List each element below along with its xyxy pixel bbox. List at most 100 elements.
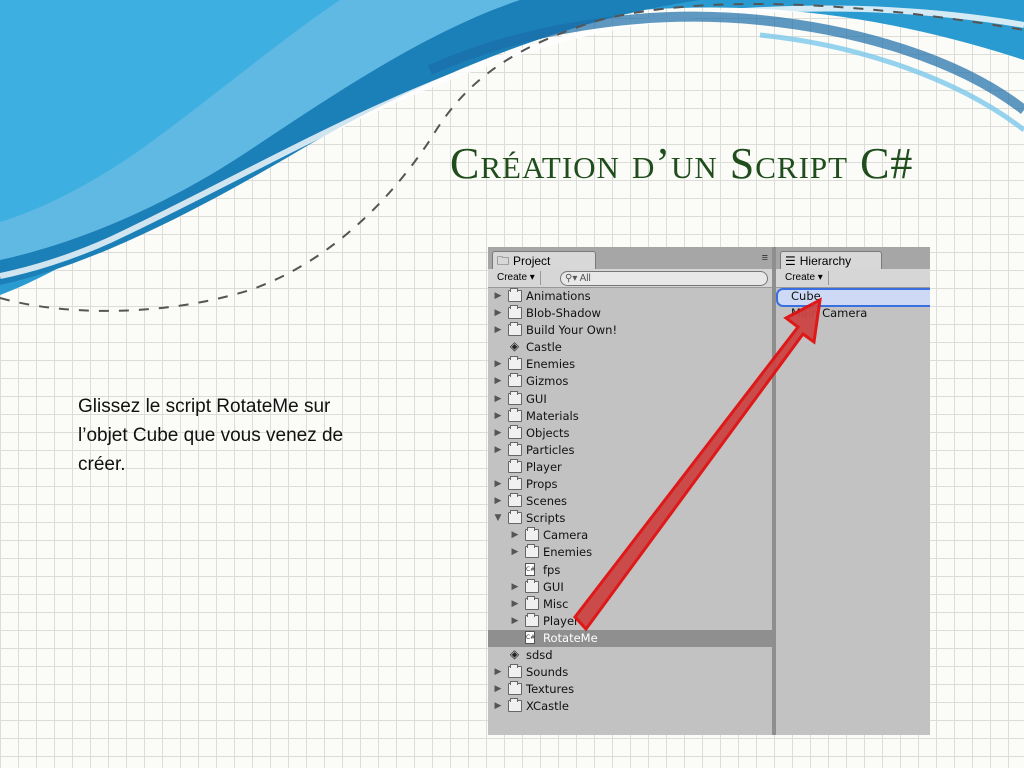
hierarchy-item-main-camera[interactable]: Main Camera (776, 305, 930, 322)
project-item-sounds[interactable]: ▶ Sounds (488, 664, 772, 681)
project-item-enemies[interactable]: ▶ Enemies (488, 544, 772, 561)
project-item-misc[interactable]: ▶ Misc (488, 595, 772, 613)
project-create-button[interactable]: Create ▾ (492, 271, 541, 285)
hierarchy-tree: Cube Main Camera (776, 288, 930, 322)
expand-arrow-icon[interactable]: ▶ (493, 664, 503, 681)
project-item-fps[interactable]: C# fps (488, 562, 772, 579)
expand-arrow-icon[interactable]: ▶ (493, 305, 503, 322)
tab-project[interactable]: 🗀 Project (492, 251, 596, 270)
folder-icon (508, 664, 522, 679)
project-item-scripts[interactable]: ▼ Scripts (488, 510, 772, 527)
project-item-gui[interactable]: ▶ GUI (488, 578, 772, 596)
expand-arrow-icon[interactable]: ▶ (493, 698, 503, 715)
tab-hierarchy[interactable]: ☰ Hierarchy (780, 251, 882, 270)
expand-arrow-icon[interactable]: ▶ (493, 288, 503, 305)
project-item-label: sdsd (526, 647, 553, 662)
project-item-sdsd[interactable]: ◈ sdsd (488, 647, 772, 664)
hierarchy-tabstrip: ☰ Hierarchy (776, 247, 930, 270)
hierarchy-panel: ☰ Hierarchy Create ▾ Cube Main Camera (776, 247, 930, 735)
project-search-input[interactable]: ⚲▾ All (560, 271, 768, 286)
hierarchy-item-cube[interactable]: Cube (776, 288, 930, 307)
project-item-player[interactable]: ▶ Player (488, 612, 772, 630)
folder-icon (525, 595, 539, 610)
project-item-props[interactable]: ▶ Props (488, 476, 772, 493)
folder-icon (508, 356, 522, 371)
project-item-enemies[interactable]: ▶ Enemies (488, 356, 772, 373)
project-tabstrip: 🗀 Project ≡ (488, 247, 772, 270)
expand-arrow-icon[interactable]: ▶ (510, 596, 520, 613)
project-item-player[interactable]: Player (488, 458, 772, 476)
folder-icon (508, 288, 522, 302)
expand-arrow-icon[interactable]: ▶ (493, 425, 503, 442)
folder-icon (508, 322, 522, 337)
project-item-castle[interactable]: ◈ Castle (488, 339, 772, 356)
project-item-label: RotateMe (543, 630, 598, 645)
project-item-label: Enemies (526, 357, 576, 372)
project-item-label: Build Your Own! (526, 323, 618, 338)
project-item-camera[interactable]: ▶ Camera (488, 527, 772, 544)
folder-icon (508, 458, 522, 473)
unity-scene-icon: ◈ (509, 646, 520, 661)
project-panel: 🗀 Project ≡ Create ▾ ⚲▾ All ▶ Animations ▶… (488, 247, 772, 735)
project-item-label: GUI (526, 391, 547, 406)
folder-icon (508, 305, 522, 320)
project-item-label: Castle (526, 340, 562, 355)
expand-arrow-icon[interactable]: ▶ (510, 579, 520, 596)
expand-arrow-icon[interactable]: ▶ (510, 527, 520, 544)
project-item-xcastle[interactable]: ▶ XCastle (488, 698, 772, 715)
list-icon: ☰ (785, 254, 796, 268)
folder-icon (508, 510, 522, 525)
project-item-animations[interactable]: ▶ Animations (488, 288, 772, 305)
project-item-rotateme[interactable]: C# RotateMe (488, 629, 772, 647)
project-item-build-your-own[interactable]: ▶ Build Your Own! (488, 322, 772, 339)
project-item-gizmos[interactable]: ▶ Gizmos (488, 373, 772, 390)
script-file-icon: C# (525, 630, 535, 644)
project-item-particles[interactable]: ▶ Particles (488, 441, 772, 459)
project-item-label: Blob-Shadow (526, 306, 601, 321)
expand-arrow-icon[interactable]: ▶ (493, 356, 503, 373)
project-item-label: Scenes (526, 494, 568, 509)
folder-icon (508, 441, 522, 456)
expand-arrow-icon[interactable]: ▶ (493, 408, 503, 425)
project-toolbar: Create ▾ ⚲▾ All (488, 269, 772, 288)
project-item-label: Enemies (543, 545, 593, 560)
folder-icon (508, 424, 522, 439)
folder-icon (525, 544, 539, 559)
slide-title: Création d’un Script C# (450, 139, 914, 188)
expand-arrow-icon[interactable]: ▶ (510, 613, 520, 630)
hierarchy-item-label: Cube (791, 289, 821, 303)
panel-menu-icon[interactable]: ≡ (762, 252, 768, 264)
folder-icon (508, 681, 522, 696)
hierarchy-item-label: Main Camera (791, 306, 868, 320)
project-item-label: fps (543, 562, 561, 577)
folder-icon (508, 407, 522, 422)
project-item-label: Objects (526, 425, 570, 440)
folder-icon: 🗀 (497, 254, 510, 268)
tab-project-label: Project (513, 254, 551, 268)
expand-arrow-icon[interactable]: ▶ (493, 391, 503, 408)
project-item-gui[interactable]: ▶ GUI (488, 390, 772, 408)
project-item-label: Sounds (526, 665, 569, 680)
expand-arrow-icon[interactable]: ▶ (493, 476, 503, 493)
project-item-scenes[interactable]: ▶ Scenes (488, 493, 772, 510)
collapse-arrow-icon[interactable]: ▼ (493, 510, 503, 527)
folder-icon (508, 390, 522, 405)
project-item-blob-shadow[interactable]: ▶ Blob-Shadow (488, 305, 772, 322)
expand-arrow-icon[interactable]: ▶ (510, 544, 520, 561)
expand-arrow-icon[interactable]: ▶ (493, 322, 503, 339)
project-item-label: Gizmos (526, 374, 569, 389)
project-tree: ▶ Animations ▶ Blob-Shadow ▶ Build Your Own! ◈… (488, 288, 772, 715)
expand-arrow-icon[interactable]: ▶ (493, 493, 503, 510)
folder-icon (525, 578, 539, 593)
project-item-objects[interactable]: ▶ Objects (488, 424, 772, 442)
expand-arrow-icon[interactable]: ▶ (493, 442, 503, 459)
project-item-materials[interactable]: ▶ Materials (488, 407, 772, 425)
project-item-label: Camera (543, 528, 589, 543)
hierarchy-create-button[interactable]: Create ▾ (780, 271, 829, 285)
project-item-textures[interactable]: ▶ Textures (488, 681, 772, 698)
slide-body-text: Glissez le script RotateMe sur l’objet C… (78, 396, 344, 475)
project-item-label: Animations (526, 289, 591, 303)
project-item-label: GUI (543, 579, 564, 594)
expand-arrow-icon[interactable]: ▶ (493, 681, 503, 698)
expand-arrow-icon[interactable]: ▶ (493, 373, 503, 390)
